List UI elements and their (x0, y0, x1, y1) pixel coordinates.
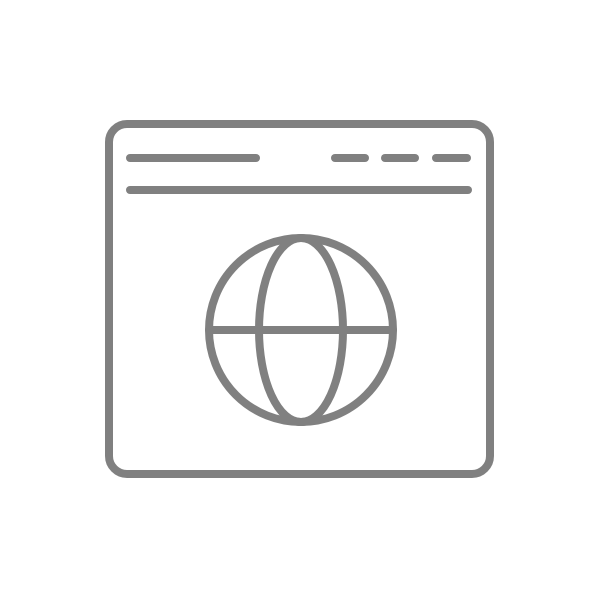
browser-window-globe-icon (105, 120, 494, 478)
icon-canvas (0, 0, 600, 600)
globe-icon (205, 234, 397, 426)
